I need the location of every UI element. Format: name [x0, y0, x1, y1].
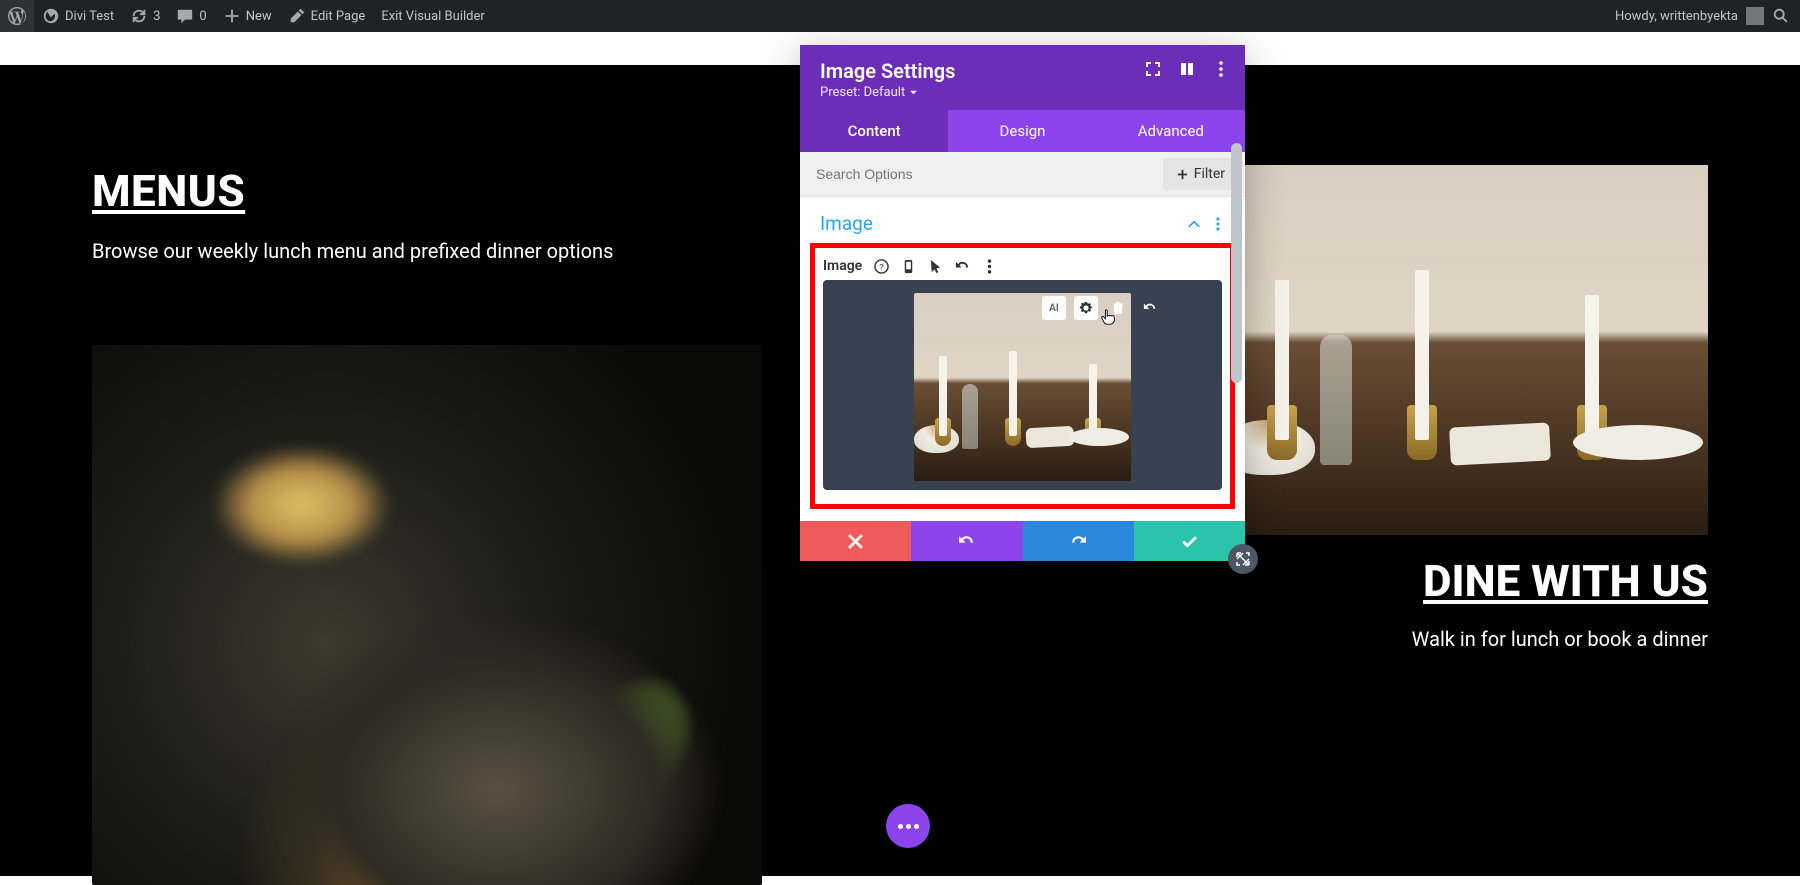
- undo-icon[interactable]: [955, 259, 970, 274]
- filter-button[interactable]: Filter: [1163, 158, 1239, 190]
- expand-icon[interactable]: [1145, 61, 1161, 77]
- help-icon[interactable]: ?: [874, 259, 889, 274]
- kebab-icon[interactable]: [1211, 217, 1225, 231]
- caret-down-icon: [909, 88, 918, 97]
- wp-logo[interactable]: [0, 0, 34, 32]
- tab-content[interactable]: Content: [800, 110, 948, 152]
- right-column: DINE WITH US Walk in for lunch or book a…: [1220, 165, 1708, 651]
- preset-selector[interactable]: Preset: Default: [820, 85, 1225, 100]
- plus-icon: [223, 7, 241, 25]
- check-icon: [1181, 533, 1198, 550]
- close-icon: [847, 533, 864, 550]
- ai-button[interactable]: AI: [1042, 296, 1066, 320]
- gauge-icon: [42, 7, 60, 25]
- svg-text:?: ?: [880, 262, 885, 273]
- comments-link[interactable]: 0: [168, 0, 214, 32]
- phone-icon[interactable]: [901, 259, 916, 274]
- undo-button[interactable]: [911, 521, 1022, 561]
- cursor-icon[interactable]: [928, 259, 943, 274]
- updates-link[interactable]: 3: [122, 0, 168, 32]
- howdy-text[interactable]: Howdy, writtenbyekta: [1615, 9, 1738, 24]
- resize-icon: [1235, 551, 1251, 567]
- new-link[interactable]: New: [215, 0, 280, 32]
- section-title[interactable]: Image: [820, 212, 873, 235]
- reset-button[interactable]: [1138, 296, 1162, 320]
- wordpress-icon: [8, 7, 26, 25]
- tab-advanced[interactable]: Advanced: [1097, 110, 1245, 152]
- avatar[interactable]: [1746, 7, 1764, 25]
- kebab-icon[interactable]: [982, 259, 997, 274]
- cancel-button[interactable]: [800, 521, 911, 561]
- gear-button[interactable]: [1074, 296, 1098, 320]
- chevron-up-icon[interactable]: [1187, 217, 1201, 231]
- redo-button[interactable]: [1023, 521, 1134, 561]
- image-field-label: Image: [823, 258, 862, 274]
- left-column: MENUS Browse our weekly lunch menu and p…: [92, 165, 742, 263]
- search-input[interactable]: [800, 153, 1157, 195]
- search-icon[interactable]: [1772, 7, 1790, 25]
- snap-icon[interactable]: [1179, 61, 1195, 77]
- dine-heading: DINE WITH US: [1220, 555, 1708, 607]
- plus-icon: [1177, 169, 1188, 180]
- resize-handle[interactable]: [1228, 544, 1258, 574]
- image-settings-modal: Image Settings Preset: Default Content D…: [800, 45, 1245, 561]
- scrollbar[interactable]: [1230, 143, 1243, 516]
- site-name-link[interactable]: Divi Test: [34, 0, 122, 32]
- modal-footer: [800, 521, 1245, 561]
- image-section: Image: [800, 197, 1245, 235]
- kebab-icon[interactable]: [1213, 61, 1229, 77]
- cursor-pointer-icon: [1100, 308, 1118, 330]
- undo-icon: [1143, 301, 1157, 315]
- gear-icon: [1079, 301, 1093, 315]
- menus-image[interactable]: [92, 345, 762, 885]
- dots-icon: [898, 824, 919, 829]
- undo-icon: [958, 533, 975, 550]
- redo-icon: [1070, 533, 1087, 550]
- highlight-box: Image ? AI: [810, 243, 1235, 509]
- search-row: Filter: [800, 152, 1245, 197]
- refresh-icon: [130, 7, 148, 25]
- modal-header[interactable]: Image Settings Preset: Default: [800, 45, 1245, 110]
- comment-icon: [176, 7, 194, 25]
- exit-visual-builder-link[interactable]: Exit Visual Builder: [373, 0, 492, 32]
- image-field-row: Image ?: [823, 250, 1222, 280]
- image-preview[interactable]: AI: [823, 280, 1222, 490]
- pencil-icon: [288, 7, 306, 25]
- image-thumbnail: [914, 293, 1131, 481]
- dine-text: Walk in for lunch or book a dinner: [1220, 627, 1708, 651]
- builder-fab[interactable]: [886, 804, 930, 848]
- menus-text: Browse our weekly lunch menu and prefixe…: [92, 239, 742, 263]
- edit-page-link[interactable]: Edit Page: [280, 0, 374, 32]
- wp-admin-bar: Divi Test 3 0 New Edit Page Exit Visual …: [0, 0, 1800, 32]
- tab-design[interactable]: Design: [948, 110, 1096, 152]
- modal-tabs: Content Design Advanced: [800, 110, 1245, 152]
- menus-heading: MENUS: [92, 165, 742, 217]
